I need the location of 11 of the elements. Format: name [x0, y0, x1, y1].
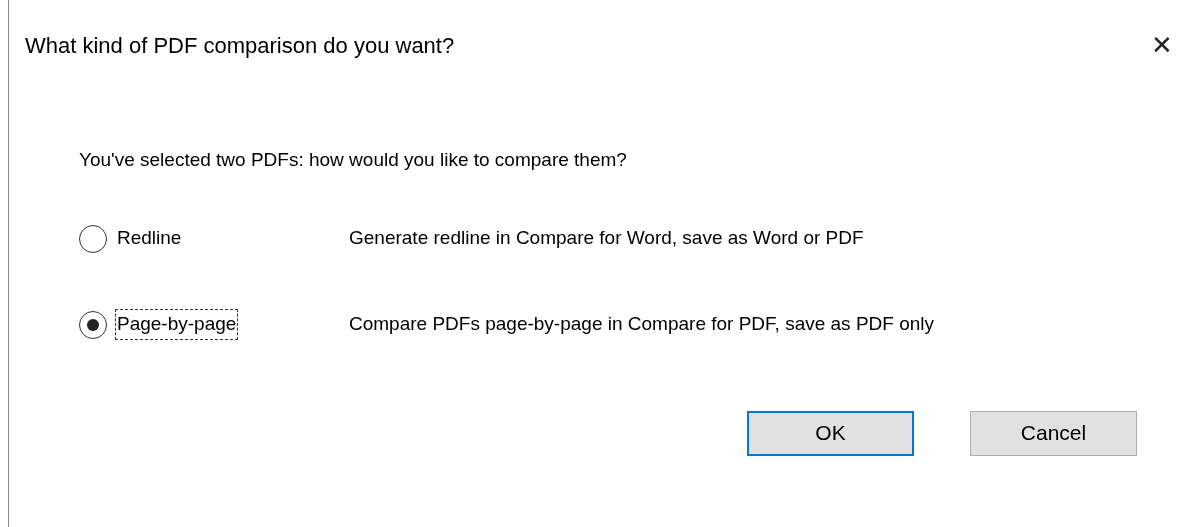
window-title: What kind of PDF comparison do you want? [25, 31, 455, 60]
option-description: Compare PDFs page-by-page in Compare for PDF, save as PDF only [349, 312, 935, 337]
option-description: Generate redline in Compare for Word, save as Word or PDF [349, 226, 864, 251]
radio-button[interactable] [79, 224, 107, 253]
ok-button[interactable]: OK [747, 410, 914, 456]
radio-label[interactable]: Page-by-page [115, 309, 239, 340]
close-button[interactable]: ✕ [1132, 32, 1192, 58]
radio-label[interactable]: Redline [115, 223, 184, 254]
radio-button[interactable] [79, 310, 107, 339]
cancel-button[interactable]: Cancel [970, 410, 1137, 456]
prompt-text: You've selected two PDFs: how would you like to compare them? [79, 148, 628, 172]
